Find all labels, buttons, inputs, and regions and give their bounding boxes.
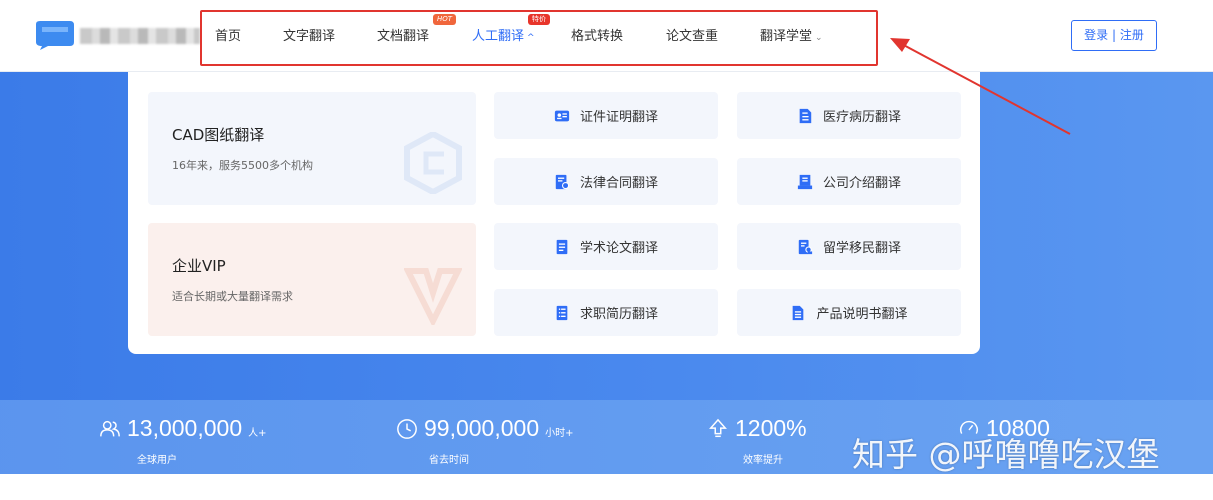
login-register-button[interactable]: 登录 | 注册 bbox=[1071, 20, 1157, 51]
enterprise-vip-card[interactable]: 企业VIP 适合长期或大量翻译需求 bbox=[148, 223, 476, 336]
stat-unit: 人+ bbox=[248, 428, 267, 439]
cad-watermark-icon bbox=[404, 132, 462, 194]
footer-strip bbox=[0, 474, 1213, 500]
stat-number: 99,000,000 bbox=[424, 415, 540, 441]
logo-text-blurred bbox=[80, 28, 200, 44]
service-resume[interactable]: 求职简历翻译 bbox=[494, 289, 718, 336]
stat-number: 1200% bbox=[735, 415, 807, 441]
service-legal-contract[interactable]: 法律合同翻译 bbox=[494, 158, 718, 205]
immigration-icon bbox=[798, 239, 813, 254]
nav-item-format-convert[interactable]: 格式转换 bbox=[571, 25, 623, 44]
nav-item-text-translate[interactable]: 文字翻译 bbox=[283, 25, 335, 44]
stat-label: 效率提升 bbox=[743, 455, 783, 466]
paper-icon bbox=[556, 239, 568, 254]
manual-icon bbox=[793, 305, 804, 320]
cad-card-subtitle: 16年来，服务5500多个机构 bbox=[172, 159, 313, 172]
service-company-intro[interactable]: 公司介绍翻译 bbox=[737, 158, 961, 205]
stat-time-saved: 99,000,000 小时+ 省去时间 bbox=[396, 415, 574, 466]
stat-number: 13,000,000 bbox=[127, 415, 243, 441]
service-academic-paper[interactable]: 学术论文翻译 bbox=[494, 223, 718, 270]
nav-item-home[interactable]: 首页 bbox=[215, 25, 241, 44]
service-label: 公司介绍翻译 bbox=[822, 176, 901, 191]
logo-icon bbox=[36, 21, 74, 50]
nav-item-academy[interactable]: 翻译学堂 ⌄ bbox=[760, 25, 823, 44]
hot-badge: HOT bbox=[433, 14, 457, 25]
site-logo[interactable] bbox=[34, 20, 200, 52]
stat-label: 省去时间 bbox=[429, 455, 469, 466]
chevron-down-icon: ⌄ bbox=[815, 33, 823, 43]
service-id-certificate[interactable]: 证件证明翻译 bbox=[494, 92, 718, 139]
service-study-immigration[interactable]: 留学移民翻译 bbox=[737, 223, 961, 270]
stat-efficiency: 1200% 效率提升 bbox=[707, 415, 807, 466]
service-label: 证件证明翻译 bbox=[579, 110, 658, 125]
arrow-up-icon bbox=[709, 418, 727, 437]
vip-watermark-icon bbox=[404, 268, 462, 325]
service-label: 求职简历翻译 bbox=[579, 307, 658, 322]
contract-icon bbox=[555, 174, 570, 189]
resume-icon bbox=[556, 305, 568, 320]
stat-label: 全球用户 bbox=[137, 455, 177, 466]
chevron-up-icon: ^ bbox=[527, 33, 535, 43]
annotation-arrow-icon bbox=[890, 38, 1071, 135]
special-price-badge: 特价 bbox=[528, 14, 550, 25]
medical-record-icon bbox=[799, 108, 812, 123]
nav-item-human-translate[interactable]: 人工翻译 ^ bbox=[472, 25, 535, 44]
users-icon bbox=[100, 420, 120, 436]
nav-item-plagiarism-check[interactable]: 论文查重 bbox=[666, 25, 718, 44]
nav-item-doc-translate[interactable]: 文档翻译 bbox=[377, 25, 429, 44]
service-label: 留学移民翻译 bbox=[822, 241, 901, 256]
service-label: 产品说明书翻译 bbox=[816, 307, 908, 322]
vip-card-title: 企业VIP bbox=[172, 257, 226, 275]
stat-global-users: 13,000,000 人+ 全球用户 bbox=[99, 415, 267, 466]
id-card-icon bbox=[554, 110, 570, 121]
service-label: 法律合同翻译 bbox=[579, 176, 658, 191]
zhihu-watermark: 知乎 @呼噜噜吃汉堡 bbox=[852, 435, 1160, 474]
stat-unit: 小时+ bbox=[545, 428, 574, 439]
company-icon bbox=[797, 174, 813, 189]
human-translate-dropdown: CAD图纸翻译 16年来，服务5500多个机构 企业VIP 适合长期或大量翻译需… bbox=[128, 72, 980, 354]
cad-card-title: CAD图纸翻译 bbox=[172, 126, 265, 144]
vip-card-subtitle: 适合长期或大量翻译需求 bbox=[172, 290, 293, 303]
cad-translate-card[interactable]: CAD图纸翻译 16年来，服务5500多个机构 bbox=[148, 92, 476, 205]
service-product-manual[interactable]: 产品说明书翻译 bbox=[737, 289, 961, 336]
service-label: 学术论文翻译 bbox=[579, 241, 658, 256]
clock-icon bbox=[397, 418, 417, 439]
